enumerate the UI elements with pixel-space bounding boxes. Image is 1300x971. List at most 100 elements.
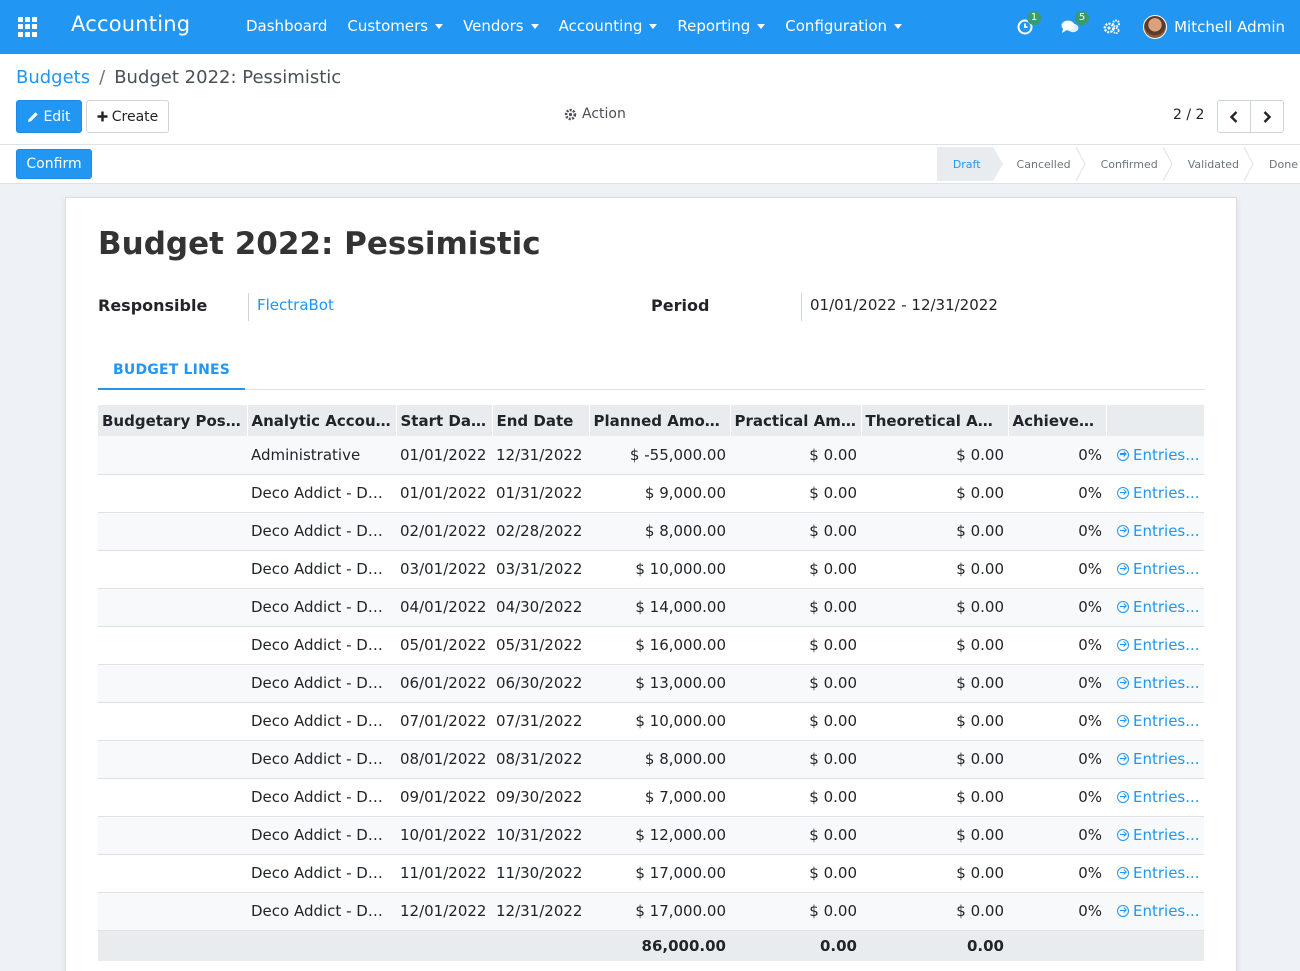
entries-label: Entries... xyxy=(1133,788,1200,806)
col-start-date[interactable]: Start Date xyxy=(396,405,493,436)
table-row[interactable]: Deco Addict - Dec... 01/01/2022 01/31/2022… xyxy=(98,474,1204,513)
table-row[interactable]: Deco Addict - Dec... 12/01/2022 12/31/2022… xyxy=(98,892,1204,931)
breadcrumb-separator: / xyxy=(99,67,106,88)
cell-theoretical-amount: $ 0.00 xyxy=(861,816,1008,855)
edit-button[interactable]: Edit xyxy=(16,100,82,133)
cell-analytic-account: Deco Addict - Dec... xyxy=(247,892,396,931)
stage-label: Draft xyxy=(952,157,981,171)
user-menu[interactable]: Mitchell Admin xyxy=(1174,18,1285,36)
cell-achievement: 0% xyxy=(1008,588,1106,627)
cell-achievement: 0% xyxy=(1008,626,1106,665)
app-brand[interactable]: Accounting xyxy=(71,12,190,36)
table-row[interactable]: Administrative 01/01/2022 12/31/2022 $ -55,… xyxy=(98,436,1204,475)
tab-budget-lines[interactable]: BUDGET LINES xyxy=(98,356,246,390)
pager-previous-button[interactable] xyxy=(1217,100,1251,133)
entries-button[interactable]: Entries... xyxy=(1106,778,1204,817)
menu-accounting[interactable]: Accounting xyxy=(559,17,658,35)
user-avatar[interactable] xyxy=(1143,15,1168,39)
menu-dashboard[interactable]: Dashboard xyxy=(246,17,327,35)
field-divider xyxy=(248,293,249,321)
entries-button[interactable]: Entries... xyxy=(1106,588,1204,627)
cell-budgetary-position xyxy=(98,588,247,627)
activity-badge: 1 xyxy=(1027,11,1042,25)
table-row[interactable]: Deco Addict - Dec... 07/01/2022 07/31/2022… xyxy=(98,702,1204,741)
cell-theoretical-amount: $ 0.00 xyxy=(861,474,1008,513)
col-planned-amount[interactable]: Planned Amount xyxy=(589,405,731,436)
form-sheet: Budget 2022: Pessimistic Responsible Fle… xyxy=(65,197,1237,971)
total-planned: 86,000.00 xyxy=(589,930,730,961)
col-budgetary-position[interactable]: Budgetary Positio... xyxy=(98,405,248,436)
form-statusbar: Confirm Draft Cancelled Confirmed Valida… xyxy=(0,145,1300,184)
confirm-button[interactable]: Confirm xyxy=(16,149,92,179)
col-analytic-account[interactable]: Analytic Account xyxy=(247,405,397,436)
responsible-link[interactable]: FlectraBot xyxy=(257,296,334,314)
breadcrumb-budgets[interactable]: Budgets xyxy=(16,67,90,88)
table-row[interactable]: Deco Addict - Dec... 09/01/2022 09/30/2022… xyxy=(98,778,1204,817)
entries-button[interactable]: Entries... xyxy=(1106,664,1204,703)
table-row[interactable]: Deco Addict - Dec... 06/01/2022 06/30/2022… xyxy=(98,664,1204,703)
pager-value[interactable]: 2 / 2 xyxy=(1173,107,1204,123)
menu-label: Accounting xyxy=(558,17,643,35)
cell-end-date: 12/31/2022 xyxy=(492,892,589,931)
action-dropdown[interactable]: Action xyxy=(564,106,626,122)
menu-label: Configuration xyxy=(785,17,888,35)
cell-start-date: 12/01/2022 xyxy=(396,892,492,931)
menu-vendors[interactable]: Vendors xyxy=(463,17,539,35)
table-row[interactable]: Deco Addict - Dec... 11/01/2022 11/30/2022… xyxy=(98,854,1204,893)
table-row[interactable]: Deco Addict - Dec... 02/01/2022 02/28/2022… xyxy=(98,512,1204,551)
stage-label: Confirmed xyxy=(1100,157,1158,171)
entries-button[interactable]: Entries... xyxy=(1106,816,1204,855)
caret-down-icon xyxy=(530,24,539,29)
plus-icon xyxy=(97,111,108,122)
entries-label: Entries... xyxy=(1133,674,1200,692)
entries-label: Entries... xyxy=(1133,902,1200,920)
cell-analytic-account: Deco Addict - Dec... xyxy=(247,512,396,551)
control-panel: Budgets / Budget 2022: Pessimistic Edit … xyxy=(0,54,1300,145)
menu-customers[interactable]: Customers xyxy=(347,17,444,35)
cell-planned-amount: $ 17,000.00 xyxy=(589,892,730,931)
messages-button[interactable]: 5 xyxy=(1061,11,1090,35)
table-row[interactable]: Deco Addict - Dec... 10/01/2022 10/31/2022… xyxy=(98,816,1204,855)
activity-button[interactable]: 1 xyxy=(1017,11,1042,35)
responsible-label: Responsible xyxy=(98,296,208,315)
col-practical-amount[interactable]: Practical Amount xyxy=(730,405,862,436)
table-row[interactable]: Deco Addict - Dec... 05/01/2022 05/31/2022… xyxy=(98,626,1204,665)
cell-theoretical-amount: $ 0.00 xyxy=(861,436,1008,475)
cell-theoretical-amount: $ 0.00 xyxy=(861,740,1008,779)
entries-button[interactable]: Entries... xyxy=(1106,854,1204,893)
menu-configuration[interactable]: Configuration xyxy=(785,17,903,35)
entries-button[interactable]: Entries... xyxy=(1106,740,1204,779)
stage-draft: Draft xyxy=(936,147,1003,181)
cell-analytic-account: Deco Addict - Dec... xyxy=(247,550,396,589)
col-theoretical-amount[interactable]: Theoretical Amount xyxy=(861,405,1009,436)
cell-end-date: 07/31/2022 xyxy=(492,702,589,741)
cell-end-date: 12/31/2022 xyxy=(492,436,589,475)
cell-start-date: 11/01/2022 xyxy=(396,854,492,893)
entries-button[interactable]: Entries... xyxy=(1106,550,1204,589)
col-end-date[interactable]: End Date xyxy=(492,405,590,436)
pager-next-button[interactable] xyxy=(1250,100,1284,133)
entries-button[interactable]: Entries... xyxy=(1106,626,1204,665)
cell-start-date: 04/01/2022 xyxy=(396,588,492,627)
menu-reporting[interactable]: Reporting xyxy=(677,17,766,35)
table-row[interactable]: Deco Addict - Dec... 04/01/2022 04/30/2022… xyxy=(98,588,1204,627)
systray: 1 5 Mitchell Admin xyxy=(1017,0,1300,54)
table-row[interactable]: Deco Addict - Dec... 08/01/2022 08/31/2022… xyxy=(98,740,1204,779)
entries-button[interactable]: Entries... xyxy=(1106,512,1204,551)
table-row[interactable]: Deco Addict - Dec... 03/01/2022 03/31/2022… xyxy=(98,550,1204,589)
create-button[interactable]: Create xyxy=(86,100,169,133)
total-empty xyxy=(1106,930,1204,961)
cell-practical-amount: $ 0.00 xyxy=(730,626,861,665)
entries-button[interactable]: Entries... xyxy=(1106,702,1204,741)
apps-menu-icon[interactable] xyxy=(18,17,38,37)
cell-theoretical-amount: $ 0.00 xyxy=(861,892,1008,931)
entries-button[interactable]: Entries... xyxy=(1106,436,1204,475)
entries-button[interactable]: Entries... xyxy=(1106,892,1204,931)
cell-budgetary-position xyxy=(98,474,247,513)
entries-button[interactable]: Entries... xyxy=(1106,474,1204,513)
cell-analytic-account: Deco Addict - Dec... xyxy=(247,702,396,741)
cell-budgetary-position xyxy=(98,626,247,665)
col-achievement[interactable]: Achievement xyxy=(1008,405,1107,436)
cell-planned-amount: $ -55,000.00 xyxy=(589,436,730,475)
debug-settings-button[interactable] xyxy=(1103,19,1121,35)
